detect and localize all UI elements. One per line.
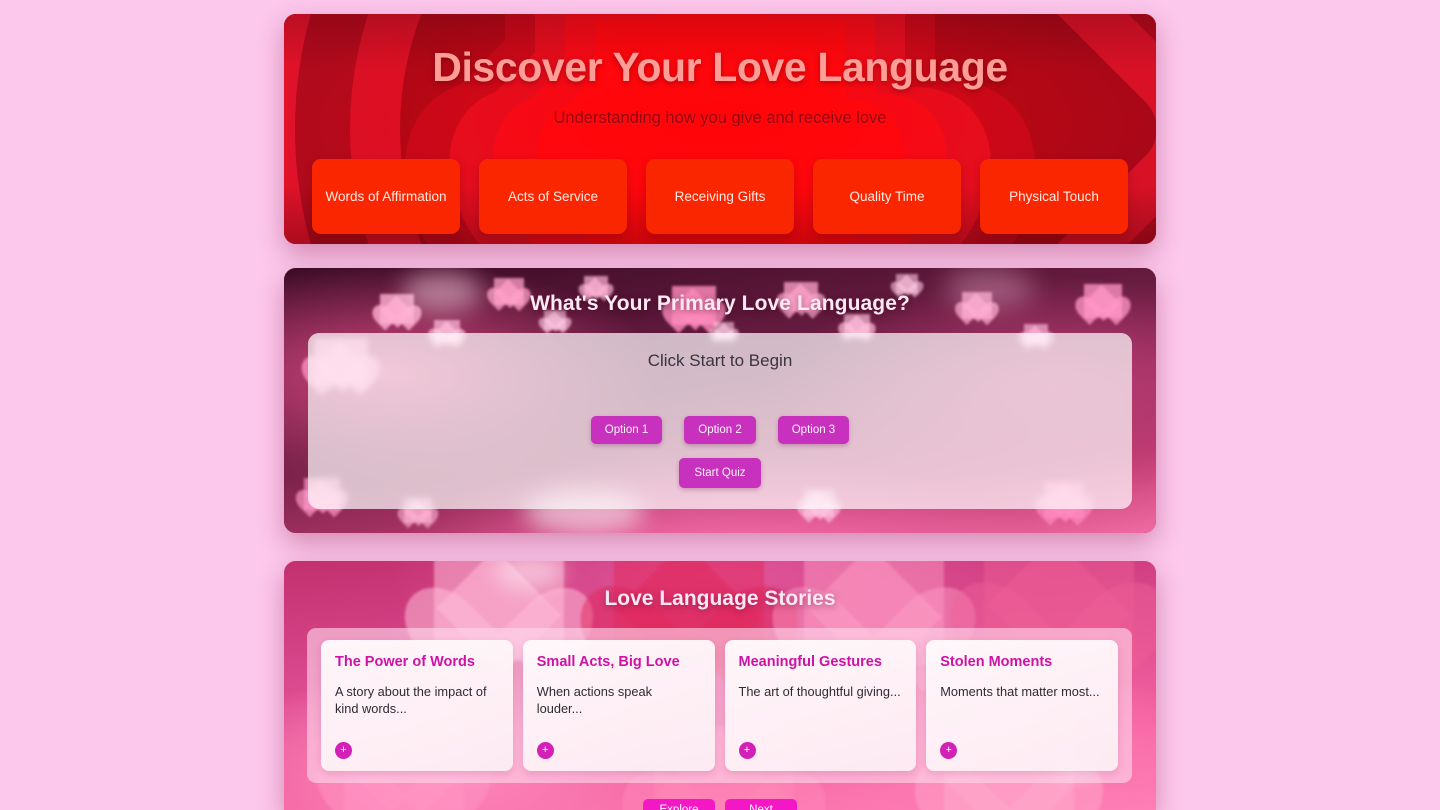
story-description: Moments that matter most... — [940, 684, 1100, 699]
story-title: Meaningful Gestures — [738, 654, 882, 670]
stories-panel: The Power of Words A story about the imp… — [307, 628, 1132, 783]
lang-button-quality-time[interactable]: Quality Time — [813, 159, 961, 234]
quiz-option-3[interactable]: Option 3 — [777, 416, 850, 444]
page-root: Discover Your Love Language Understandin… — [0, 0, 1440, 810]
story-title: Small Acts, Big Love — [536, 654, 680, 670]
stories-section: Love Language Stories The Power of Words… — [284, 561, 1156, 810]
page-title: Discover Your Love Language — [432, 44, 1008, 90]
quiz-start-row: Start Quiz — [308, 458, 1132, 488]
lang-button-words-of-affirmation[interactable]: Words of Affirmation — [312, 159, 460, 234]
footer-nav-button-next[interactable]: Next — [725, 799, 797, 810]
story-title: Stolen Moments — [940, 654, 1053, 670]
hero-section: Discover Your Love Language Understandin… — [284, 14, 1156, 244]
lang-button-receiving-gifts[interactable]: Receiving Gifts — [646, 159, 794, 234]
quiz-prompt: Click Start to Begin — [647, 351, 793, 370]
story-description: The art of thoughtful giving... — [738, 684, 901, 699]
quiz-option-2[interactable]: Option 2 — [684, 416, 756, 444]
quiz-option-row: Option 1 Option 2 Option 3 — [308, 416, 1132, 444]
start-quiz-button[interactable]: Start Quiz — [679, 458, 761, 488]
plus-icon[interactable]: + — [940, 742, 958, 759]
story-card[interactable]: The Power of Words A story about the imp… — [321, 640, 513, 771]
hero-subtitle: Understanding how you give and receive l… — [553, 109, 887, 128]
quiz-section: What's Your Primary Love Language? Click… — [284, 268, 1156, 533]
story-card[interactable]: Stolen Moments Moments that matter most.… — [926, 640, 1118, 771]
lang-button-physical-touch[interactable]: Physical Touch — [980, 159, 1128, 234]
plus-icon[interactable]: + — [738, 742, 756, 759]
quiz-title: What's Your Primary Love Language? — [530, 292, 910, 315]
footer-nav: Explore Next — [0, 799, 1440, 810]
plus-icon[interactable]: + — [335, 742, 352, 759]
story-description: When actions speak louder... — [536, 684, 652, 716]
quiz-panel: Click Start to Begin Option 1 Option 2 O… — [308, 333, 1132, 509]
love-language-button-row: Words of Affirmation Acts of Service Rec… — [284, 159, 1156, 234]
quiz-option-1[interactable]: Option 1 — [590, 416, 663, 444]
story-card[interactable]: Small Acts, Big Love When actions speak … — [522, 640, 715, 771]
stories-title: Love Language Stories — [604, 587, 836, 610]
plus-icon[interactable]: + — [536, 742, 554, 759]
footer-nav-button-explore[interactable]: Explore — [643, 799, 715, 810]
story-description: A story about the impact of kind words..… — [335, 684, 487, 716]
lang-button-acts-of-service[interactable]: Acts of Service — [479, 159, 627, 234]
story-card[interactable]: Meaningful Gestures The art of thoughtfu… — [724, 640, 917, 771]
story-title: The Power of Words — [335, 654, 475, 670]
